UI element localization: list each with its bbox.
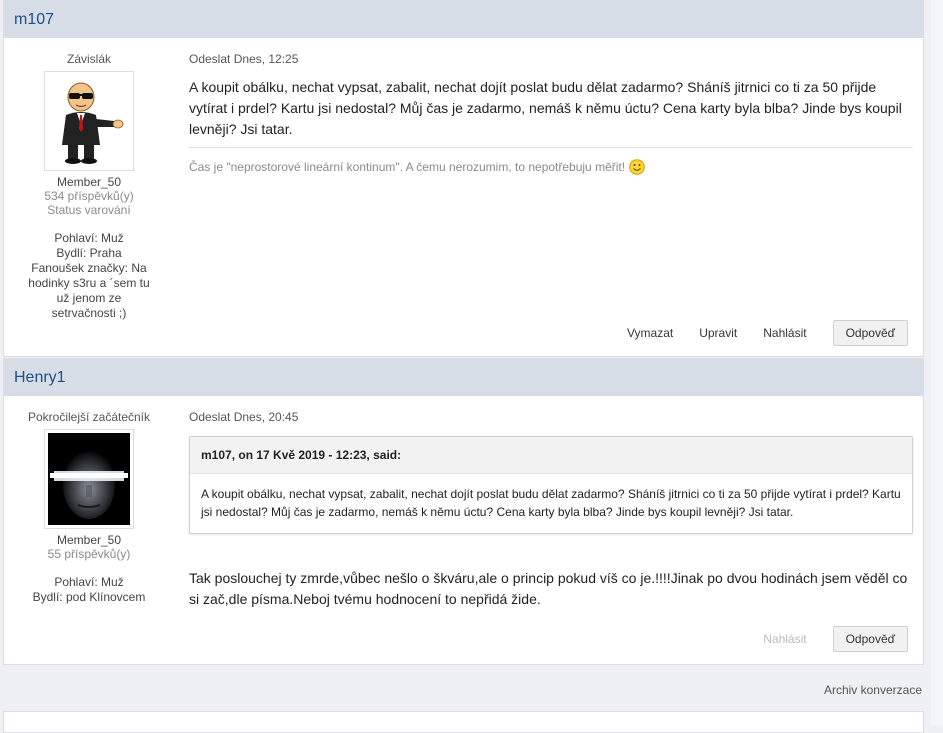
post-count: 55 příspěvků(y)	[47, 547, 131, 561]
quote-citation: m107, on 17 Kvě 2019 - 12:23, said:	[190, 437, 912, 474]
signature-text: Čas je "neprostorové lineární kontinum".…	[189, 160, 626, 174]
author-info: Závislák Member_50 534 příspěvků(y) Stat…	[4, 38, 174, 321]
warning-status[interactable]: Status varování	[4, 203, 174, 217]
member-group: Member_50	[56, 175, 122, 189]
custom-fields: Pohlaví: Muž Bydlí: Praha Fanoušek značk…	[4, 231, 174, 321]
post-body: A koupit obálku, nechat vypsat, zabalit,…	[189, 79, 902, 137]
post-actions: Vymazat Upravit Nahlásit Odpověď	[627, 320, 908, 346]
member-rank: Závislák	[66, 52, 111, 66]
member-rank: Pokročilejší začátečník	[27, 410, 151, 424]
custom-fields: Pohlaví: Muž Bydlí: pod Klínovcem	[4, 575, 174, 605]
post-header: m107	[4, 1, 923, 38]
author-link[interactable]: m107	[14, 11, 54, 29]
post-m107: m107 Závislák Member_50 534 příspěvků(y)…	[3, 0, 924, 357]
next-section	[3, 711, 924, 733]
post-count: 534 příspěvků(y)	[44, 189, 134, 203]
signature: Čas je "neprostorové lineární kontinum".…	[189, 147, 913, 175]
topic-page: m107 Závislák Member_50 534 příspěvků(y)…	[0, 0, 943, 733]
quote-block: m107, on 17 Kvě 2019 - 12:23, said: A ko…	[189, 436, 913, 534]
avatar-dark-face-icon	[48, 433, 130, 525]
report-link[interactable]: Nahlásit	[763, 632, 806, 646]
field-gender: Pohlaví: Muž	[54, 231, 124, 245]
post-header: Henry1	[4, 359, 923, 396]
quote-text: A koupit obálku, nechat vypsat, zabalit,…	[201, 487, 901, 519]
post-date: Odeslat Dnes, 12:25	[189, 52, 299, 66]
author-link[interactable]: Henry1	[14, 369, 66, 387]
post-henry1: Henry1 Pokročilejší začátečník Member_50…	[3, 358, 924, 665]
member-group: Member_50	[56, 533, 122, 547]
delete-link[interactable]: Vymazat	[627, 326, 673, 340]
field-fan: Fanoušek značky: Na hodinky s3ru a ´sem …	[28, 261, 150, 320]
avatar[interactable]	[44, 429, 134, 529]
post-content: Odeslat Dnes, 20:45 m107, on 17 Kvě 2019…	[189, 396, 913, 610]
post-content: Odeslat Dnes, 12:25 A koupit obálku, nec…	[189, 38, 913, 175]
smiley-icon	[629, 159, 645, 175]
post-date: Odeslat Dnes, 20:45	[189, 410, 299, 424]
post-actions: Nahlásit Odpověď	[763, 626, 908, 652]
field-location: Bydlí: Praha	[56, 246, 122, 260]
scrollbar[interactable]	[931, 0, 943, 725]
reply-button[interactable]: Odpověď	[832, 320, 908, 346]
author-info: Pokročilejší začátečník Member_50 55 pří…	[4, 396, 174, 605]
avatar[interactable]	[44, 71, 134, 171]
post-body: Tak poslouchej ty zmrde,vůbec nešlo o šk…	[189, 570, 908, 607]
reply-button[interactable]: Odpověď	[832, 626, 908, 652]
field-gender: Pohlaví: Muž	[54, 575, 124, 589]
edit-link[interactable]: Upravit	[699, 326, 737, 340]
field-location: Bydlí: pod Klínovcem	[32, 590, 146, 604]
archive-link[interactable]: Archiv konverzace	[824, 683, 922, 697]
report-link[interactable]: Nahlásit	[763, 326, 806, 340]
avatar-cartoon-agent-icon	[62, 82, 124, 164]
